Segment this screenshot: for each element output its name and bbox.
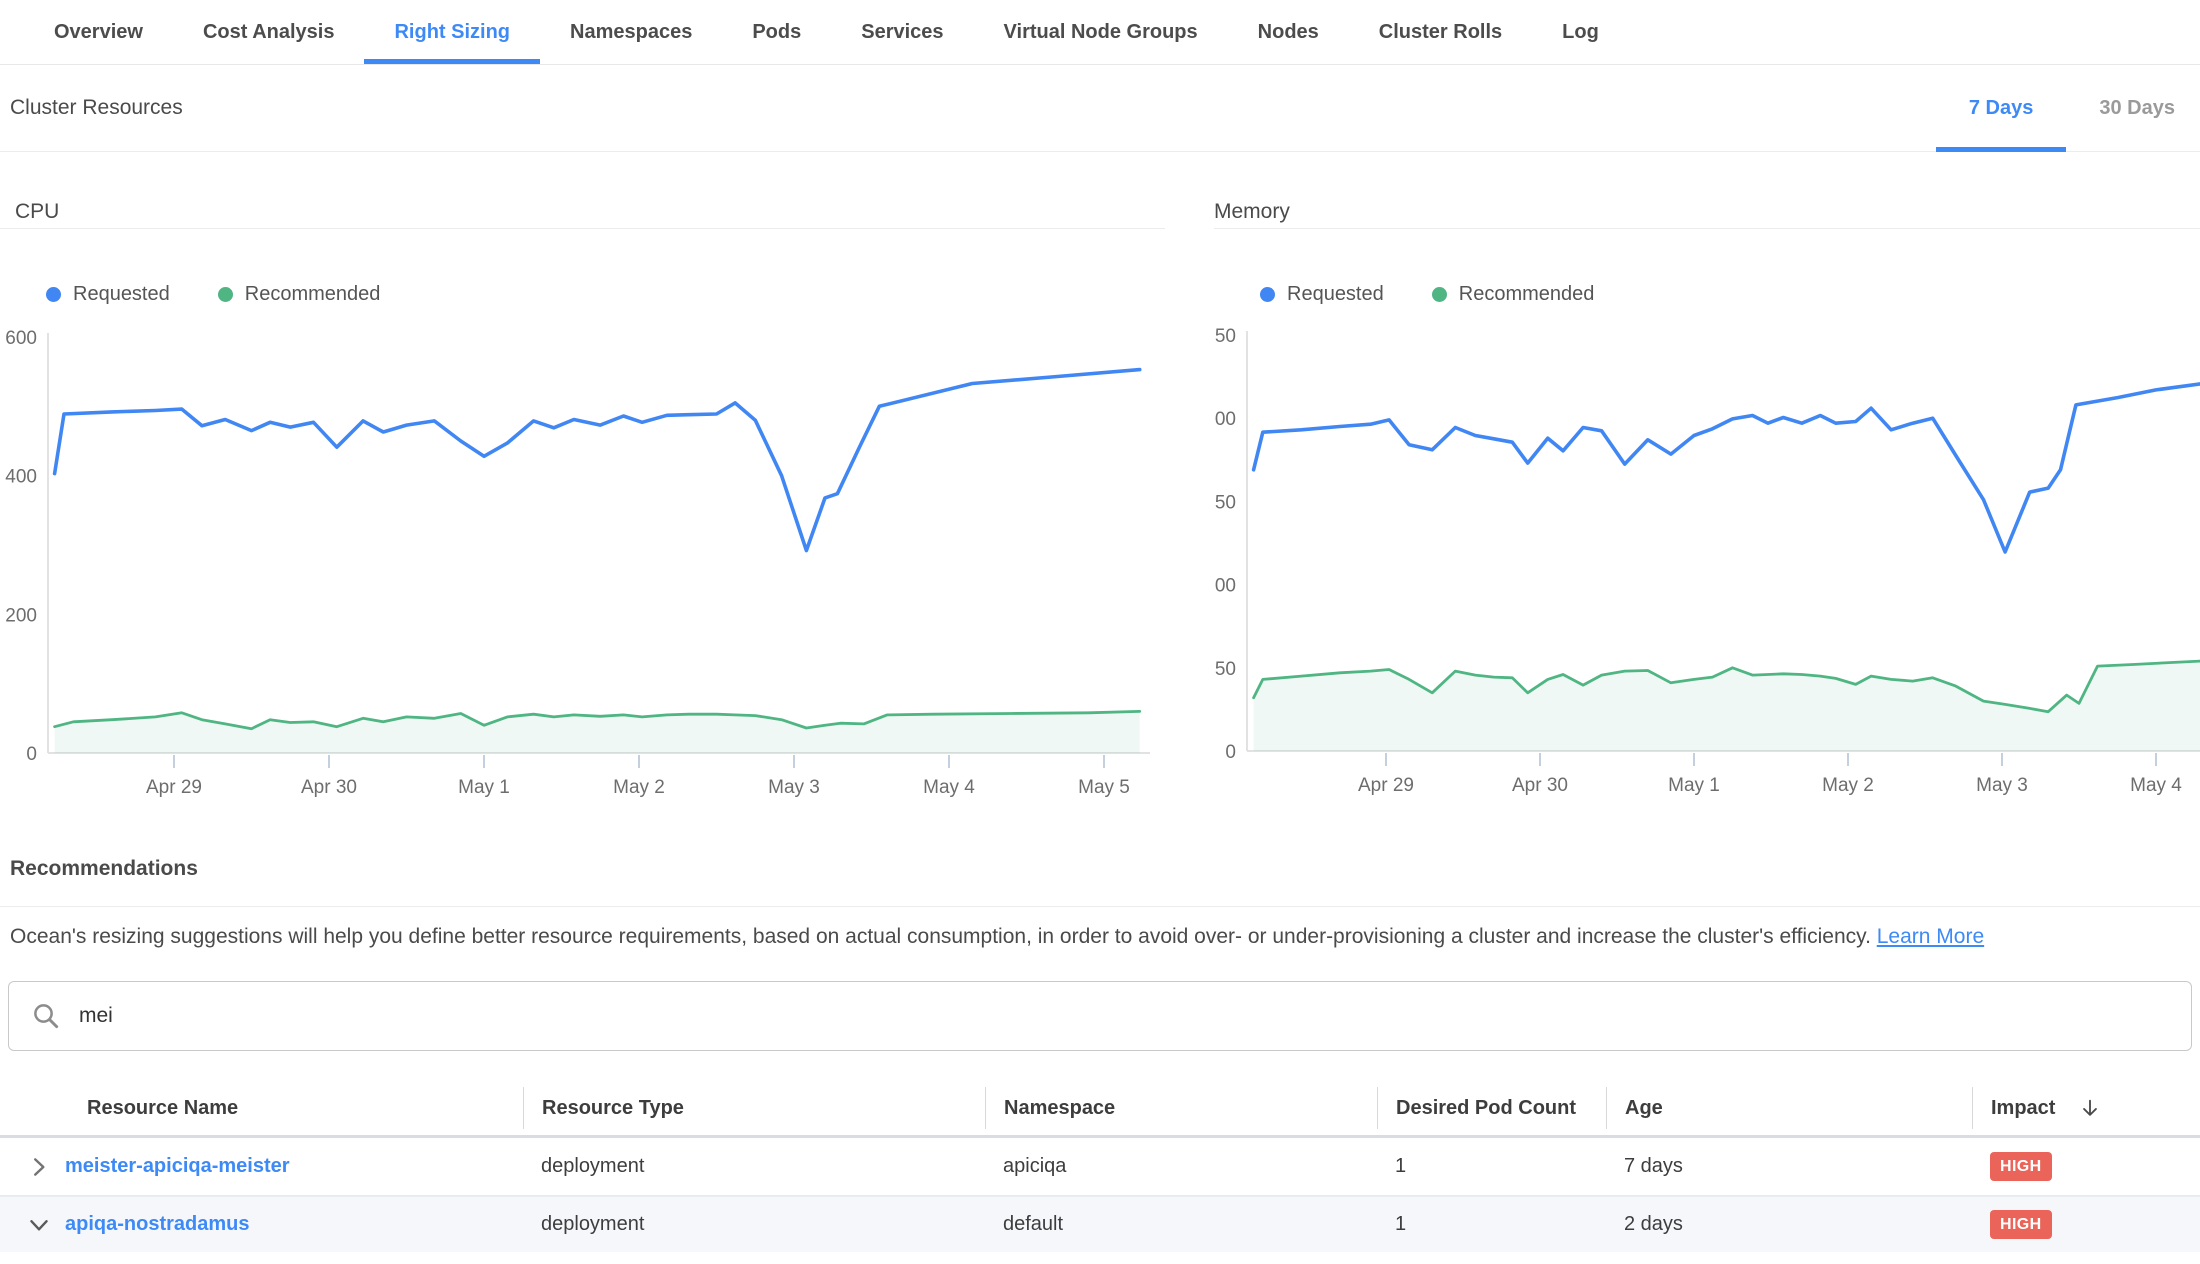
resource-type-cell: deployment <box>523 1138 985 1195</box>
recommendations-description: Ocean's resizing suggestions will help y… <box>10 923 2200 951</box>
resource-name-link[interactable]: meister-apiciqa-meister <box>65 1155 290 1178</box>
recommendations-divider <box>0 906 2200 907</box>
column-header-label: Age <box>1625 1097 1663 1120</box>
recommendations-table: Resource Name Resource Type Namespace Desir… <box>0 1081 2200 1252</box>
resource-type-cell: deployment <box>523 1197 985 1252</box>
column-header-impact[interactable]: Impact <box>1972 1087 2200 1129</box>
y-tick-label: 500 <box>1214 576 1236 597</box>
series-area-recommended <box>55 711 1140 753</box>
x-tick-label: May 1 <box>1668 775 1720 796</box>
x-tick-label: Apr 30 <box>301 777 357 798</box>
tab-cluster-rolls[interactable]: Cluster Rolls <box>1349 0 1532 64</box>
memory-chart-title: Memory <box>1214 200 2200 229</box>
tab-services[interactable]: Services <box>831 0 973 64</box>
series-line-requested <box>1254 384 2200 552</box>
table-header: Resource Name Resource Type Namespace Desir… <box>0 1081 2200 1138</box>
recommendations-description-text: Ocean's resizing suggestions will help y… <box>10 925 1871 948</box>
memory-chart: 1250 1000 750 500 250 0 Apr 29 Apr 30 May 1 May 2… <box>1214 300 2200 800</box>
x-tick-label: May 1 <box>458 777 510 798</box>
x-tick-label: May 4 <box>2130 775 2182 796</box>
tab-virtual-node-groups[interactable]: Virtual Node Groups <box>974 0 1228 64</box>
table-row[interactable]: apiqa-nostradamus deploymentdefault12 day… <box>0 1195 2200 1252</box>
column-header-desired-pod-count[interactable]: Desired Pod Count <box>1377 1087 1606 1129</box>
series-area-recommended <box>1254 661 2200 751</box>
range-toggle: 7 Days30 Days <box>1936 65 2200 151</box>
tab-nodes[interactable]: Nodes <box>1228 0 1349 64</box>
cpu-chart-panel: CPU RequestedRecommended 6004002000Apr 2… <box>0 152 1165 306</box>
x-tick-label: May 4 <box>923 777 975 798</box>
resource-name-cell: meister-apiciqa-meister <box>0 1138 523 1195</box>
age-cell: 7 days <box>1606 1138 1972 1195</box>
cpu-chart-title: CPU <box>0 200 1165 229</box>
range-tab-30-days[interactable]: 30 Days <box>2066 65 2200 151</box>
series-line-requested <box>55 370 1140 551</box>
search-input[interactable] <box>77 1003 2169 1029</box>
column-header-label: Resource Type <box>542 1097 684 1120</box>
row-expand-toggle[interactable] <box>26 1154 52 1180</box>
tab-bar: OverviewCost AnalysisRight SizingNamespa… <box>0 0 2200 65</box>
x-tick-label: May 3 <box>768 777 820 798</box>
y-tick-label: 750 <box>1214 492 1236 513</box>
y-tick-label: 0 <box>26 744 37 765</box>
namespace-cell: apiciqa <box>985 1138 1377 1195</box>
search-icon <box>31 1001 61 1031</box>
table-body: meister-apiciqa-meister deploymentapiciqa… <box>0 1138 2200 1252</box>
tab-namespaces[interactable]: Namespaces <box>540 0 722 64</box>
impact-cell: HIGH <box>1972 1138 2200 1195</box>
tab-overview[interactable]: Overview <box>24 0 173 64</box>
column-header-resource-name[interactable]: Resource Name <box>0 1087 523 1129</box>
recommendations-title: Recommendations <box>10 856 2200 882</box>
x-tick-label: Apr 30 <box>1512 775 1568 796</box>
row-collapse-toggle[interactable] <box>26 1212 52 1238</box>
namespace-cell: default <box>985 1197 1377 1252</box>
y-tick-label: 1000 <box>1214 409 1236 430</box>
memory-chart-panel: Memory RequestedRecommended 125010007505… <box>1214 152 2200 306</box>
cluster-resources-title: Cluster Resources <box>10 96 183 120</box>
column-header-label: Namespace <box>1004 1097 1115 1120</box>
x-tick-label: May 3 <box>1976 775 2028 796</box>
column-header-age[interactable]: Age <box>1606 1087 1972 1129</box>
column-header-label: Desired Pod Count <box>1396 1097 1576 1120</box>
impact-cell: HIGH <box>1972 1197 2200 1252</box>
charts-section: CPU RequestedRecommended 6004002000Apr 2… <box>0 152 2200 810</box>
y-tick-label: 400 <box>5 467 37 488</box>
column-header-label: Resource Name <box>87 1097 238 1120</box>
resource-name-cell: apiqa-nostradamus <box>0 1197 523 1252</box>
tab-right-sizing[interactable]: Right Sizing <box>364 0 540 64</box>
x-tick-label: May 2 <box>613 777 665 798</box>
y-tick-label: 0 <box>1225 742 1236 763</box>
y-tick-label: 1250 <box>1214 326 1236 347</box>
column-header-resource-type[interactable]: Resource Type <box>523 1087 985 1129</box>
sort-desc-icon[interactable] <box>2079 1097 2101 1119</box>
y-tick-label: 600 <box>5 328 37 349</box>
age-cell: 2 days <box>1606 1197 1972 1252</box>
cluster-resources-header: Cluster Resources 7 Days30 Days <box>0 65 2200 152</box>
desired-pod-count-cell: 1 <box>1377 1197 1606 1252</box>
desired-pod-count-cell: 1 <box>1377 1138 1606 1195</box>
impact-badge: HIGH <box>1990 1210 2052 1239</box>
tab-cost-analysis[interactable]: Cost Analysis <box>173 0 365 64</box>
x-tick-label: May 2 <box>1822 775 1874 796</box>
cpu-chart: 600 400 200 0 Apr 29 Apr 30 May 1 May 2 May 3 May… <box>0 300 1165 800</box>
tab-log[interactable]: Log <box>1532 0 1629 64</box>
x-tick-label: May 5 <box>1078 777 1130 798</box>
column-header-namespace[interactable]: Namespace <box>985 1087 1377 1129</box>
impact-badge: HIGH <box>1990 1152 2052 1181</box>
chevron-right-icon[interactable] <box>26 1154 52 1180</box>
x-tick-label: Apr 29 <box>146 777 202 798</box>
tab-pods[interactable]: Pods <box>722 0 831 64</box>
y-tick-label: 250 <box>1214 659 1236 680</box>
y-tick-label: 200 <box>5 605 37 626</box>
column-header-label: Impact <box>1991 1097 2055 1120</box>
resource-name-link[interactable]: apiqa-nostradamus <box>65 1213 249 1236</box>
range-tab-7-days[interactable]: 7 Days <box>1936 65 2067 151</box>
table-row[interactable]: meister-apiciqa-meister deploymentapiciqa… <box>0 1138 2200 1195</box>
learn-more-link[interactable]: Learn More <box>1877 925 1984 948</box>
x-tick-label: Apr 29 <box>1358 775 1414 796</box>
search-box <box>8 981 2192 1051</box>
chevron-down-icon[interactable] <box>26 1212 52 1238</box>
